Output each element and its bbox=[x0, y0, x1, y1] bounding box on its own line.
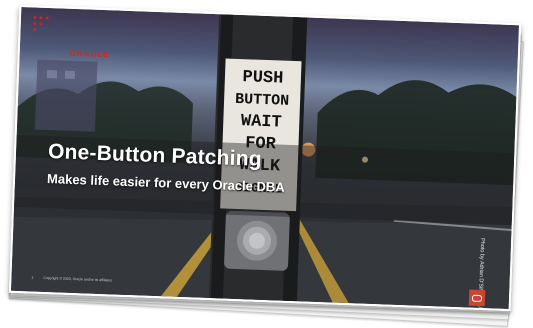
sign-line-2: BUTTON bbox=[235, 91, 290, 110]
sign-line-1: PUSH bbox=[242, 68, 283, 88]
oracle-logo-text: ORACLE bbox=[69, 48, 110, 60]
sign-line-3: WAIT bbox=[241, 112, 282, 132]
page-number: 1 bbox=[31, 275, 34, 280]
title-slide[interactable]: PUSH BUTTON WAIT FOR WALK SIGNAL ORACLE … bbox=[8, 4, 522, 312]
oracle-o-icon bbox=[468, 289, 486, 307]
